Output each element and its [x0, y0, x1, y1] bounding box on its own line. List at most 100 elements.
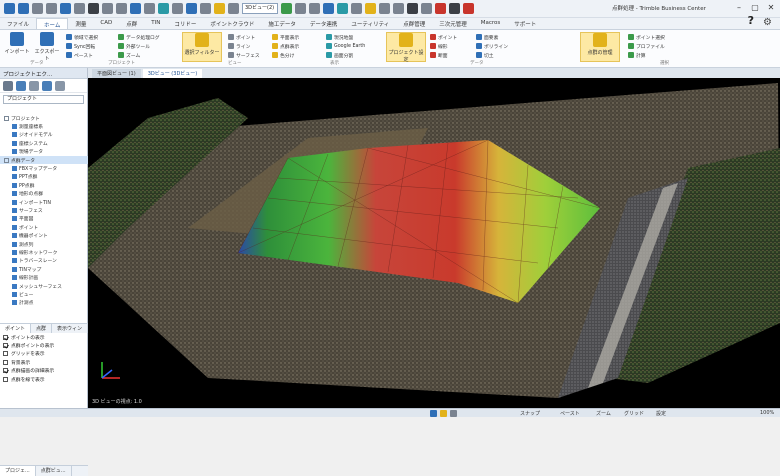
property-checkbox[interactable] [3, 343, 8, 349]
globe-icon[interactable] [337, 3, 348, 14]
tab-0[interactable]: ファイル [0, 18, 36, 29]
table-icon[interactable] [55, 81, 65, 91]
ribbon-small-button-4-0[interactable]: 現況地盤 [326, 33, 353, 41]
status-snap-icon[interactable] [430, 410, 437, 417]
property-checkbox[interactable] [3, 334, 8, 340]
properties-tab[interactable]: 点群 [31, 324, 52, 333]
tab-5[interactable]: TIN [144, 18, 167, 29]
tab-14[interactable]: サポート [507, 18, 543, 29]
expand-toggle-icon[interactable] [4, 157, 9, 163]
redo-icon[interactable] [18, 3, 29, 14]
ribbon-small-button-7-2[interactable]: 計算 [628, 51, 646, 59]
tree-item[interactable]: サーフェス [0, 206, 88, 214]
ribbon-small-button-6-0[interactable]: 面要素 [476, 33, 498, 41]
close-button[interactable]: ✕ [764, 2, 778, 14]
paste-icon[interactable] [116, 3, 127, 14]
view-icon[interactable] [158, 3, 169, 14]
ribbon-small-button-5-2[interactable]: 断面 [430, 51, 448, 59]
ribbon-small-button-1-1[interactable]: 外部ツール [118, 42, 150, 50]
tree-item[interactable]: 線形ネットワーク [0, 248, 88, 256]
tab-11[interactable]: 点群管理 [396, 18, 432, 29]
property-checkbox[interactable] [3, 351, 8, 357]
view-selector[interactable]: 3Dビュー(2) [242, 3, 278, 14]
ruler-icon[interactable] [407, 3, 418, 14]
ribbon-small-button-6-1[interactable]: ポリライン [476, 42, 508, 50]
pan-icon[interactable] [200, 3, 211, 14]
property-checkbox[interactable] [3, 368, 8, 374]
status-zoom-label[interactable]: ズーム [596, 410, 611, 417]
tree-item[interactable]: 地形の点群 [0, 190, 88, 198]
tree-item[interactable]: FBXマップデータ [0, 164, 88, 172]
3d-viewport[interactable]: 3D ビューの視点: 1.0 [88, 78, 780, 408]
ribbon-small-button-0-1[interactable]: Sync回転 [66, 42, 95, 50]
ribbon-small-button-3-0[interactable]: 平面表示 [272, 33, 299, 41]
tree-item[interactable]: メッシュサーフェス [0, 282, 88, 290]
ribbon-small-button-2-1[interactable]: ライン [228, 42, 250, 50]
ribbon-large-button-2[interactable]: 選択フィルター [182, 32, 222, 62]
help-icon[interactable]: ? [748, 14, 754, 27]
tab-9[interactable]: データ連携 [303, 18, 345, 29]
layers-icon[interactable] [16, 81, 26, 91]
open-project-icon[interactable] [46, 3, 57, 14]
tab-7[interactable]: ポイントクラウド [203, 18, 261, 29]
tab-8[interactable]: 施工データ [261, 18, 303, 29]
layer-icon[interactable] [130, 3, 141, 14]
cube-icon[interactable] [3, 81, 13, 91]
ribbon-small-button-2-0[interactable]: ポイント [228, 33, 255, 41]
ribbon-small-button-5-0[interactable]: ポイント [430, 33, 457, 41]
print-icon[interactable] [88, 3, 99, 14]
tab-2[interactable]: 測量 [68, 18, 93, 29]
tree-item[interactable]: TINマップ [0, 265, 88, 273]
ribbon-large-button-4[interactable]: 点群の管理 [580, 32, 620, 62]
tab-1[interactable]: ホーム [36, 18, 69, 29]
status-warning-icon[interactable] [440, 410, 447, 417]
folder-icon[interactable] [351, 3, 362, 14]
explorer-bottom-tab[interactable]: プロジェ... [0, 466, 36, 476]
highlight-icon[interactable] [214, 3, 225, 14]
tree-item[interactable]: 座標システム [0, 139, 88, 147]
surface-icon[interactable] [309, 3, 320, 14]
new-project-icon[interactable] [32, 3, 43, 14]
copy-icon[interactable] [102, 3, 113, 14]
save-icon[interactable] [60, 3, 71, 14]
ribbon-small-button-2-2[interactable]: サーフェス [228, 51, 260, 59]
property-checkbox[interactable] [3, 376, 8, 382]
tree-item[interactable]: ポイント [0, 223, 88, 231]
filter-icon[interactable] [144, 3, 155, 14]
record-icon[interactable] [435, 3, 446, 14]
settings-icon[interactable] [74, 3, 85, 14]
tree-item[interactable]: ビュー [0, 290, 88, 298]
map-icon[interactable] [42, 81, 52, 91]
explorer-search-input[interactable]: プロジェクト [3, 95, 84, 104]
status-snap-label[interactable]: スナップ [520, 410, 540, 417]
ribbon-large-button-1[interactable]: エクスポート [34, 32, 60, 62]
list-icon[interactable] [29, 81, 39, 91]
document-tab[interactable]: 平面図ビュー (1) [92, 69, 141, 78]
tree-item[interactable]: 点群データ [0, 155, 88, 165]
tab-10[interactable]: ユーティリティ [344, 18, 396, 29]
tools-icon[interactable] [421, 3, 432, 14]
print-preview-icon[interactable] [379, 3, 390, 14]
ribbon-small-button-1-2[interactable]: ズーム [118, 51, 140, 59]
tab-6[interactable]: コリドー [167, 18, 203, 29]
zoom-icon[interactable] [186, 3, 197, 14]
properties-tab[interactable]: 表示ウィン [52, 324, 88, 333]
tree-item[interactable]: 計測点 [0, 299, 88, 307]
ribbon-small-button-4-1[interactable]: Google Earth [326, 42, 365, 50]
ribbon-small-button-3-1[interactable]: 点群表示 [272, 42, 299, 50]
star-icon[interactable] [365, 3, 376, 14]
explorer-bottom-tab[interactable]: 点群ビュ... [36, 466, 72, 476]
maximize-button[interactable]: ▢ [748, 2, 762, 14]
expand-toggle-icon[interactable] [4, 115, 9, 121]
tree-item[interactable]: 線形計画 [0, 273, 88, 281]
ribbon-small-button-0-0[interactable]: 領域で選択 [66, 33, 98, 41]
status-settings-label[interactable]: 設定 [656, 410, 666, 417]
measure-icon[interactable] [172, 3, 183, 14]
point-cloud-icon[interactable] [281, 3, 292, 14]
document-tab[interactable]: 3Dビュー (3Dビュー) [142, 69, 203, 78]
ribbon-small-button-1-0[interactable]: データ処理ログ [118, 33, 160, 41]
tree-item[interactable]: プロジェクト [0, 114, 88, 122]
tab-3[interactable]: CAD [93, 18, 119, 29]
sync-icon[interactable] [323, 3, 334, 14]
options-gear-icon[interactable]: ⚙ [763, 17, 772, 28]
